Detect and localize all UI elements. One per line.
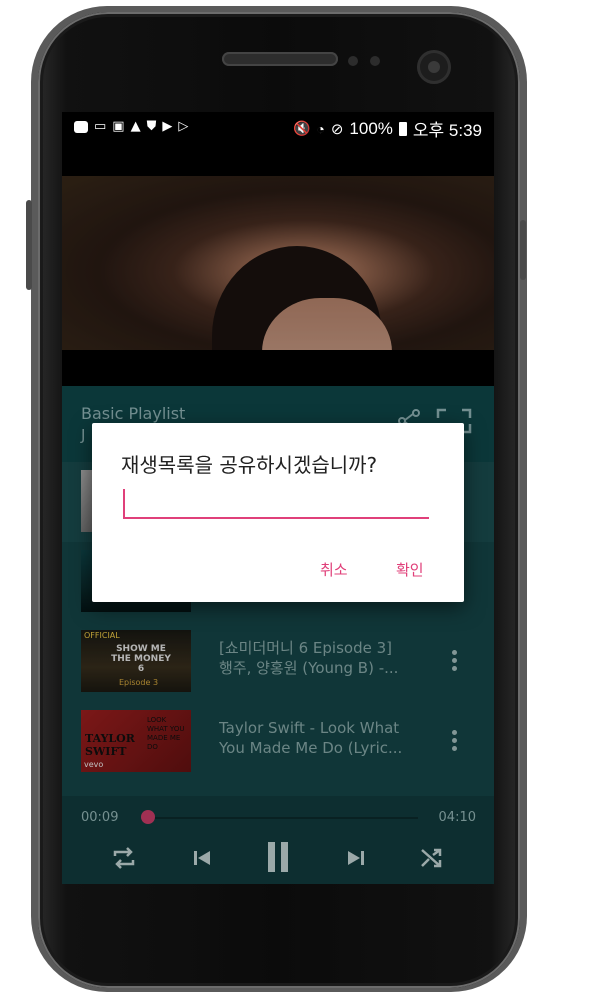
mute-icon: 🔇 xyxy=(292,120,311,136)
battery-percent: 100% xyxy=(349,118,393,138)
play-icon: ▶ xyxy=(162,119,173,134)
screen: ▭ ▣ ▲ ⛊ ▶ ▷ 🔇 ◔ ⊘ 100% 오후 5:39 Basic Pla… xyxy=(62,112,494,884)
clock: 오후 5:39 xyxy=(412,121,482,140)
text-cursor xyxy=(123,489,125,517)
shield-icon: ⛊ xyxy=(146,119,157,134)
power-button xyxy=(520,220,526,280)
image-icon: ▣ xyxy=(112,119,125,134)
warning-icon: ▲ xyxy=(130,119,141,134)
system-icons: 🔇 ◔ ⊘ 100% 오후 5:39 xyxy=(293,116,482,141)
share-playlist-dialog: 재생목록을 공유하시겠습니까? 취소 확인 xyxy=(92,423,464,602)
playlist-name-input[interactable] xyxy=(123,491,429,519)
front-camera xyxy=(417,50,451,84)
dnd-icon: ⊘ xyxy=(330,120,344,138)
pay-icon xyxy=(74,121,88,133)
battery-icon xyxy=(398,121,407,136)
light-sensor xyxy=(370,56,380,66)
status-bar: ▭ ▣ ▲ ⛊ ▶ ▷ 🔇 ◔ ⊘ 100% 오후 5:39 xyxy=(62,112,494,144)
proximity-sensor xyxy=(348,56,358,66)
wifi-icon: ◔ xyxy=(316,120,325,137)
volume-button xyxy=(26,200,32,290)
play-outline-icon: ▷ xyxy=(178,119,189,134)
dialog-title: 재생목록을 공유하시겠습니까? xyxy=(121,453,378,477)
confirm-button[interactable]: 확인 xyxy=(396,559,424,580)
earpiece-speaker xyxy=(222,52,338,66)
notification-icons: ▭ ▣ ▲ ⛊ ▶ ▷ xyxy=(74,119,188,134)
cast-icon: ▭ xyxy=(94,119,107,134)
cancel-button[interactable]: 취소 xyxy=(320,559,348,580)
